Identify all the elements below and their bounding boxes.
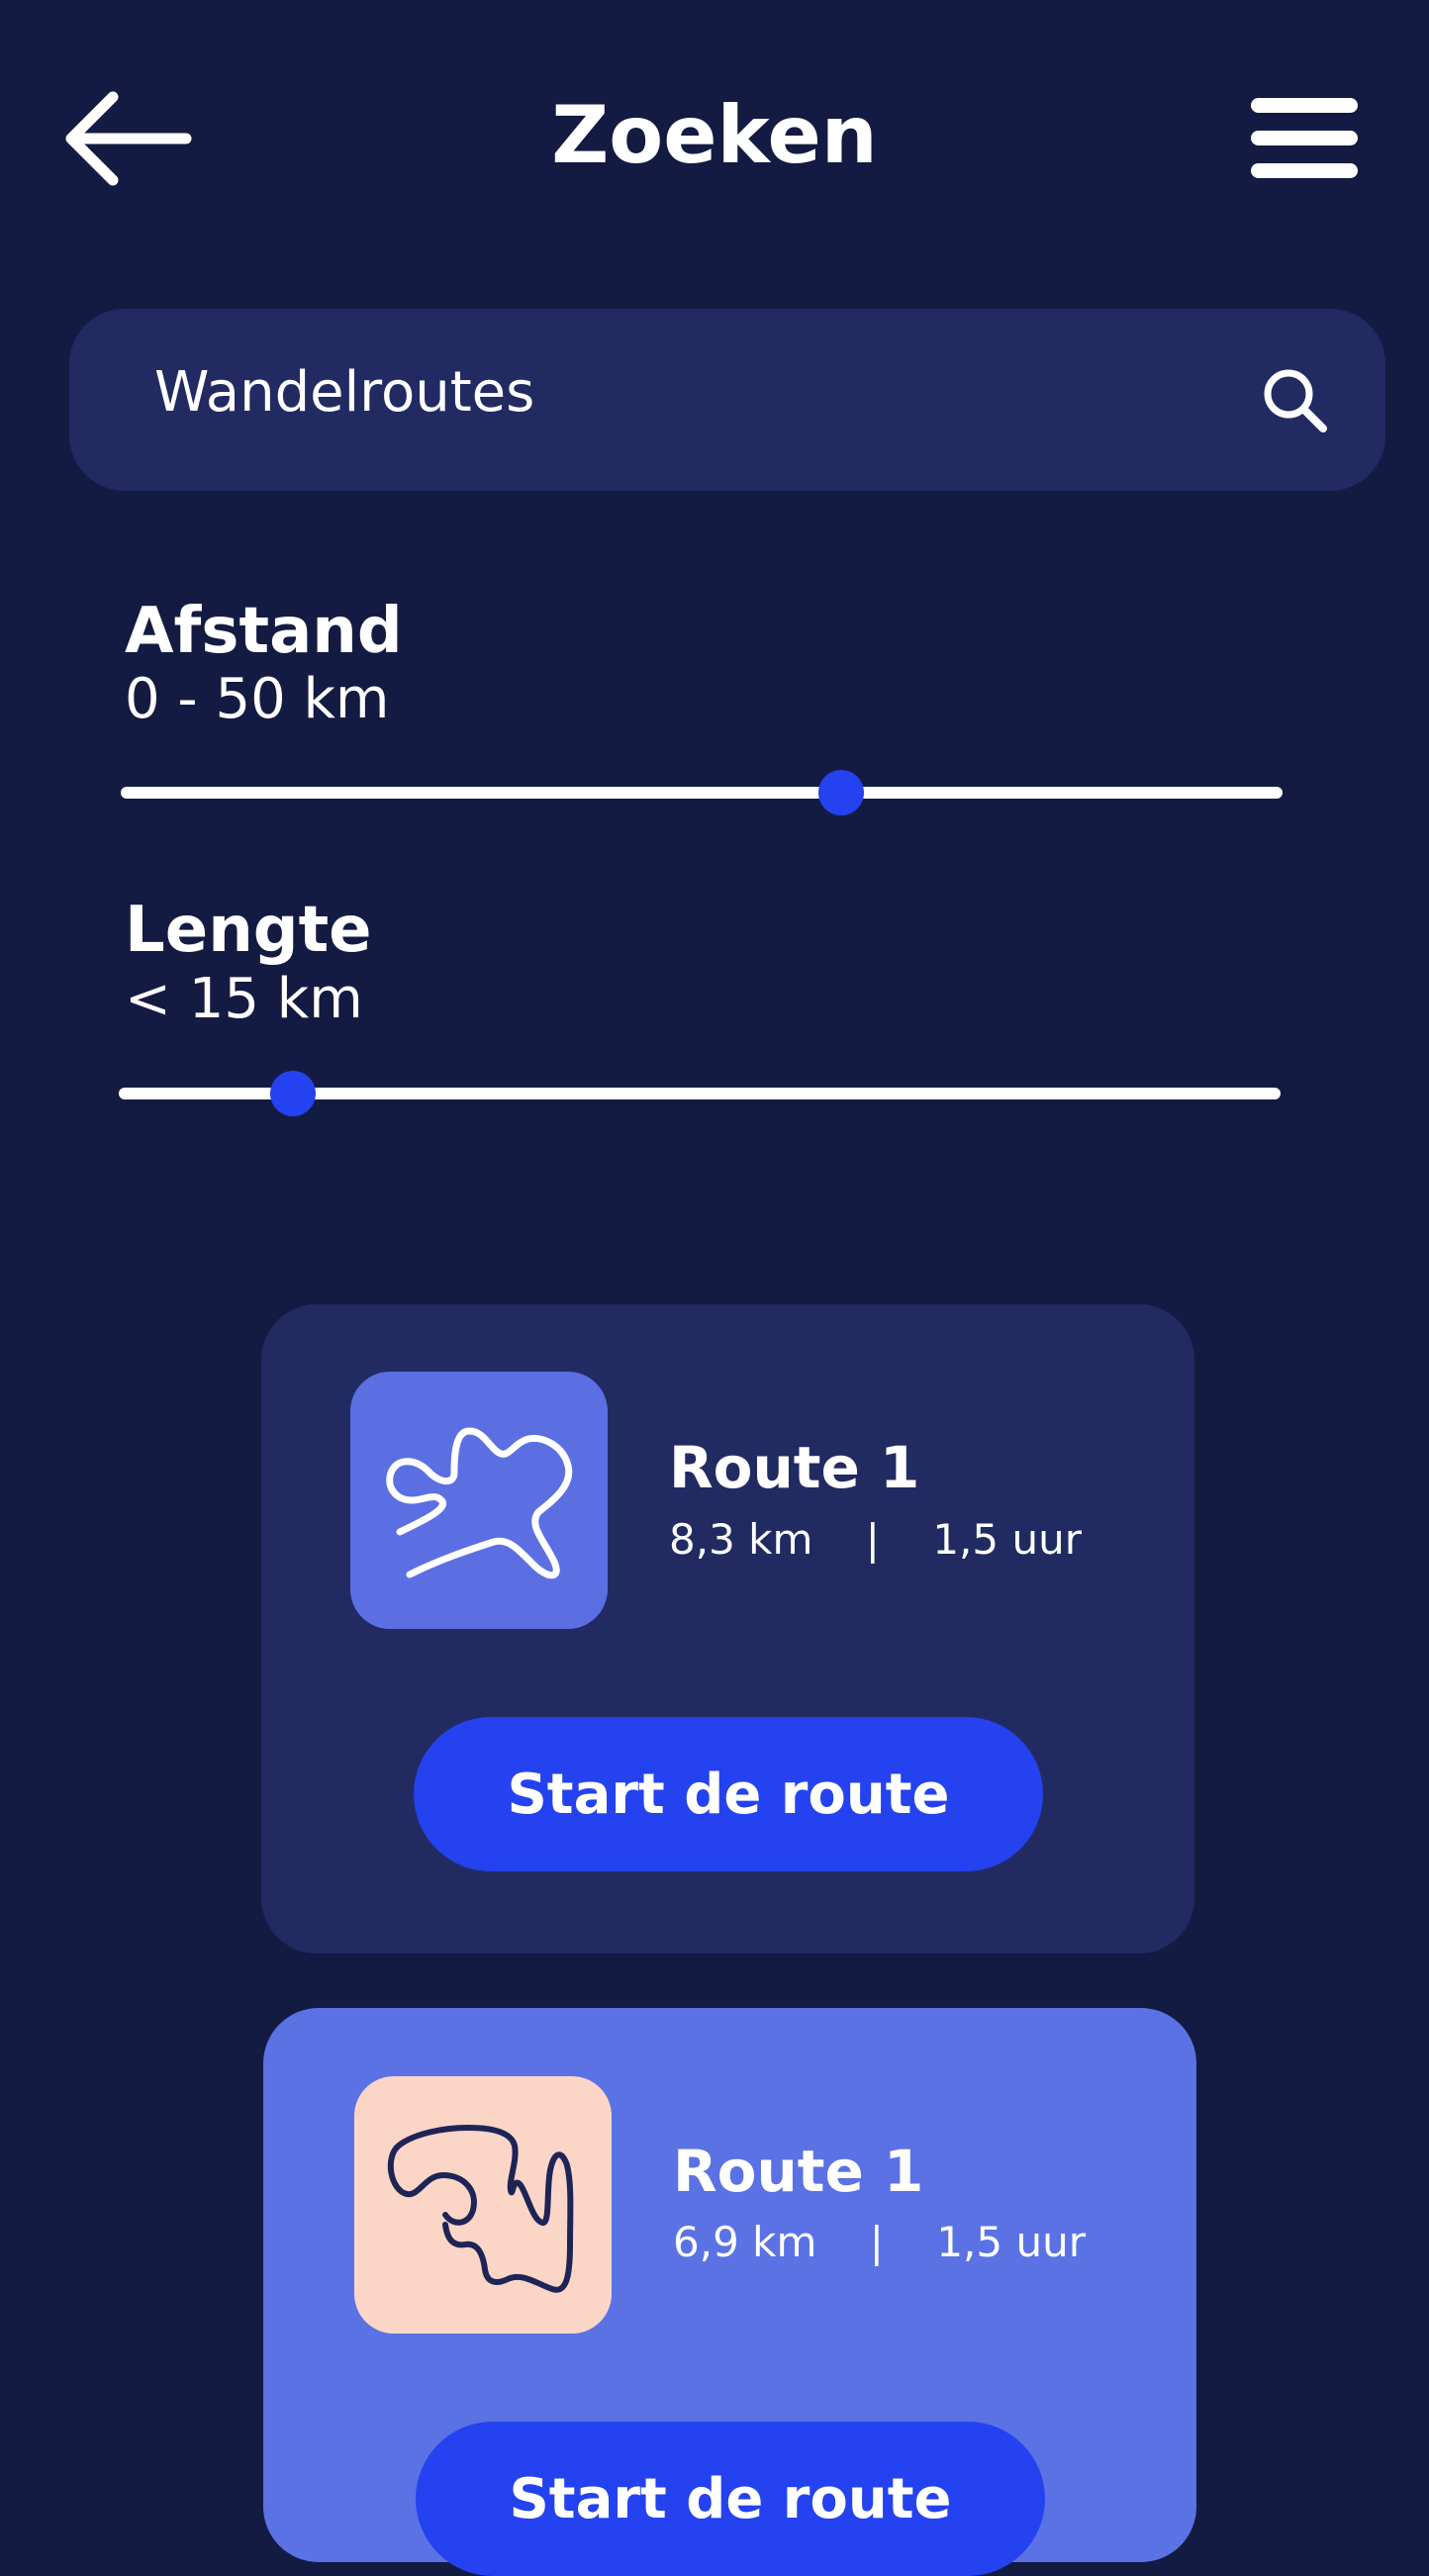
route-card: Route 1 8,3 km | 1,5 uur Start de route [261,1304,1194,1954]
lengte-slider[interactable] [119,1071,1281,1116]
afstand-title: Afstand [125,595,403,668]
hamburger-menu-icon [1251,98,1358,178]
lengte-value: < 15 km [125,967,363,1031]
route-title: Route 1 [669,1434,920,1501]
route-meta: 8,3 km | 1,5 uur [669,1515,1082,1564]
page-title: Zoeken [551,89,878,181]
route-thumbnail [354,2076,612,2334]
slider-track [121,787,1283,799]
route-title: Route 1 [673,2138,924,2205]
route-map-icon [386,1427,573,1579]
route-card: Route 1 6,9 km | 1,5 uur Start de route [263,2008,1196,2576]
route-map-icon [387,2125,574,2293]
search-bar[interactable]: Wandelroutes [69,309,1385,491]
route-meta: 6,9 km | 1,5 uur [673,2218,1086,2266]
afstand-slider[interactable] [121,770,1283,815]
search-input[interactable]: Wandelroutes [154,309,534,491]
start-route-button[interactable]: Start de route [416,2422,1045,2576]
afstand-value: 0 - 50 km [125,667,390,731]
start-route-button[interactable]: Start de route [414,1717,1043,1871]
lengte-title: Lengte [125,894,372,967]
menu-button[interactable] [1245,89,1364,188]
slider-thumb[interactable] [270,1071,317,1116]
route-thumbnail [350,1372,608,1629]
slider-thumb[interactable] [817,770,864,815]
search-icon[interactable] [1261,366,1330,435]
